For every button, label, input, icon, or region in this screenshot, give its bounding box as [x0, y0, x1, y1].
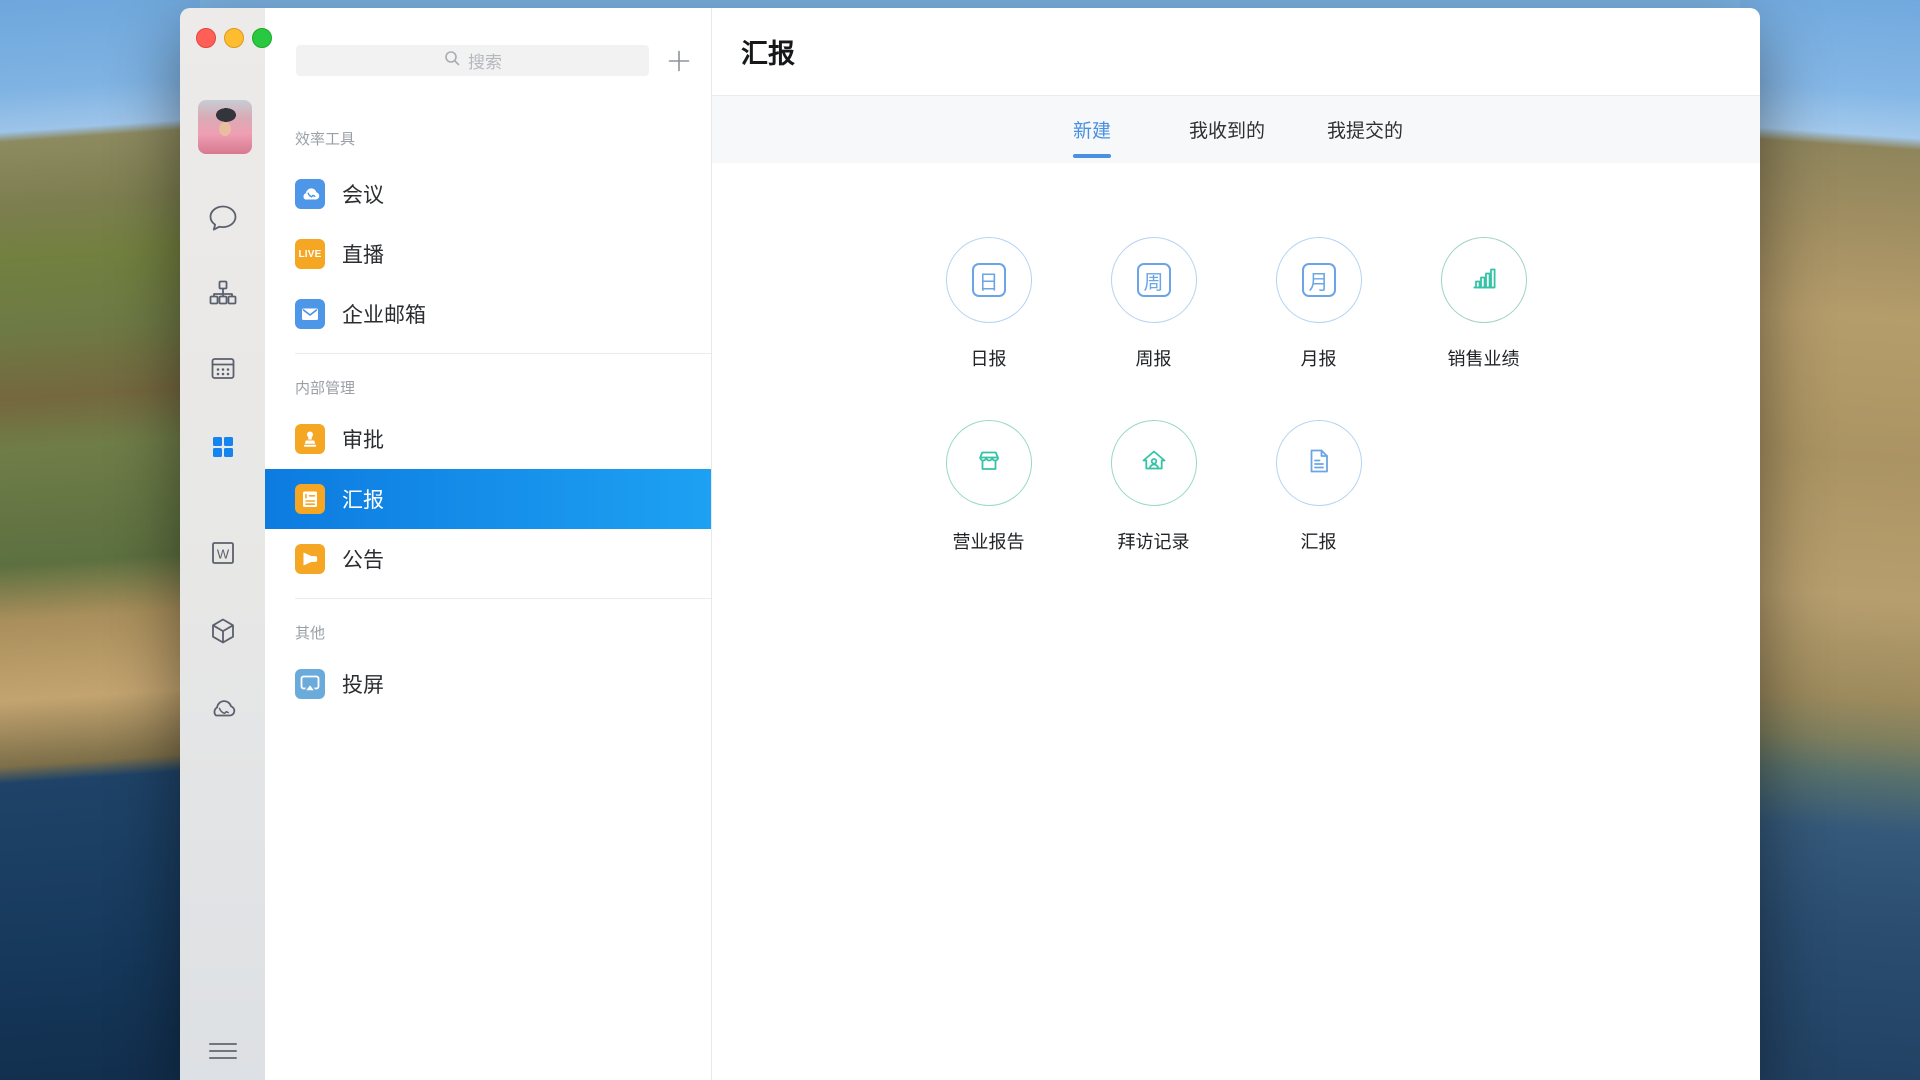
page-title: 汇报: [741, 32, 795, 71]
tile-label: 汇报: [1301, 528, 1337, 554]
search-placeholder: 搜索: [468, 48, 502, 73]
sidebar-item-meeting[interactable]: 会议: [265, 164, 711, 224]
sidebar-item-label: 审批: [342, 424, 384, 454]
tile-label: 拜访记录: [1118, 528, 1190, 554]
docs-w-icon[interactable]: W: [205, 535, 241, 571]
sidebar: 搜索 效率工具 会议 LIVE: [265, 8, 712, 1080]
tile-visit-record[interactable]: 拜访记录: [1071, 420, 1236, 554]
sidebar-item-mail[interactable]: 企业邮箱: [265, 284, 711, 344]
wallpaper-cliff-left: [0, 0, 200, 1080]
main-header: 汇报: [712, 8, 1760, 96]
sidebar-divider: [295, 598, 711, 599]
avatar[interactable]: [198, 100, 252, 154]
document-icon: [1302, 444, 1336, 483]
tile-sales-performance[interactable]: 销售业绩: [1401, 237, 1566, 371]
sidebar-item-label: 公告: [342, 544, 384, 574]
sidebar-divider: [295, 353, 711, 354]
workbench-hexagon-icon[interactable]: [205, 614, 241, 650]
mail-icon: [295, 299, 325, 329]
sidebar-item-announcement[interactable]: 公告: [265, 529, 711, 589]
svg-text:W: W: [216, 547, 229, 562]
close-button[interactable]: [196, 28, 216, 48]
sidebar-item-screencast[interactable]: 投屏: [265, 654, 711, 714]
tile-label: 月报: [1301, 345, 1337, 371]
tab-new[interactable]: 新建: [1073, 96, 1111, 163]
workspace-grid-icon[interactable]: [205, 429, 241, 465]
storefront-icon: [972, 444, 1006, 483]
megaphone-icon: [295, 544, 325, 574]
stamp-icon: [295, 424, 325, 454]
contacts-org-icon[interactable]: [205, 275, 241, 311]
sidebar-item-live[interactable]: LIVE 直播: [265, 224, 711, 284]
sidebar-item-report[interactable]: 汇报: [265, 469, 711, 529]
chat-icon[interactable]: [205, 199, 241, 235]
main-panel: 汇报 新建 我收到的 我提交的 日 日报 周 周报: [712, 8, 1760, 1080]
minimize-button[interactable]: [224, 28, 244, 48]
sidebar-item-label: 汇报: [342, 484, 384, 514]
nav-rail: W: [180, 8, 265, 1080]
search-icon: [443, 49, 461, 72]
meeting-cloud-icon: [295, 179, 325, 209]
monthly-report-icon: 月: [1302, 263, 1336, 297]
airplay-icon: [295, 669, 325, 699]
tile-label: 周报: [1136, 345, 1172, 371]
wallpaper-cliff-right: [1740, 0, 1920, 1080]
cloud-call-icon[interactable]: [205, 692, 241, 728]
report-doc-icon: [295, 484, 325, 514]
tile-daily-report[interactable]: 日 日报: [906, 237, 1071, 371]
tab-received[interactable]: 我收到的: [1189, 96, 1265, 163]
tile-weekly-report[interactable]: 周 周报: [1071, 237, 1236, 371]
tile-label: 营业报告: [953, 528, 1025, 554]
app-window: W 搜索: [180, 8, 1760, 1080]
tile-business-report[interactable]: 营业报告: [906, 420, 1071, 554]
house-visit-icon: [1137, 444, 1171, 483]
sidebar-item-approval[interactable]: 审批: [265, 409, 711, 469]
tile-report[interactable]: 汇报: [1236, 420, 1401, 554]
section-title-other: 其他: [295, 622, 711, 643]
sidebar-item-label: 直播: [342, 239, 384, 269]
section-title-internal: 内部管理: [295, 377, 711, 398]
tab-bar: 新建 我收到的 我提交的: [712, 96, 1760, 163]
bar-chart-icon: [1467, 261, 1501, 300]
section-title-efficiency: 效率工具: [295, 128, 711, 149]
zoom-button[interactable]: [252, 28, 272, 48]
window-controls: [196, 28, 272, 48]
sidebar-item-label: 会议: [342, 179, 384, 209]
search-input[interactable]: 搜索: [296, 45, 649, 76]
tile-monthly-report[interactable]: 月 月报: [1236, 237, 1401, 371]
menu-icon[interactable]: [209, 1038, 237, 1064]
daily-report-icon: 日: [972, 263, 1006, 297]
add-button[interactable]: [665, 47, 693, 75]
tab-submitted[interactable]: 我提交的: [1327, 96, 1403, 163]
tile-label: 日报: [971, 345, 1007, 371]
calendar-icon[interactable]: [205, 350, 241, 386]
live-badge-icon: LIVE: [295, 239, 325, 269]
sidebar-item-label: 投屏: [342, 669, 384, 699]
template-grid: 日 日报 周 周报 月 月报: [712, 163, 1760, 1080]
search-row: 搜索: [296, 45, 711, 76]
tile-label: 销售业绩: [1448, 345, 1520, 371]
weekly-report-icon: 周: [1137, 263, 1171, 297]
sidebar-item-label: 企业邮箱: [342, 299, 426, 329]
